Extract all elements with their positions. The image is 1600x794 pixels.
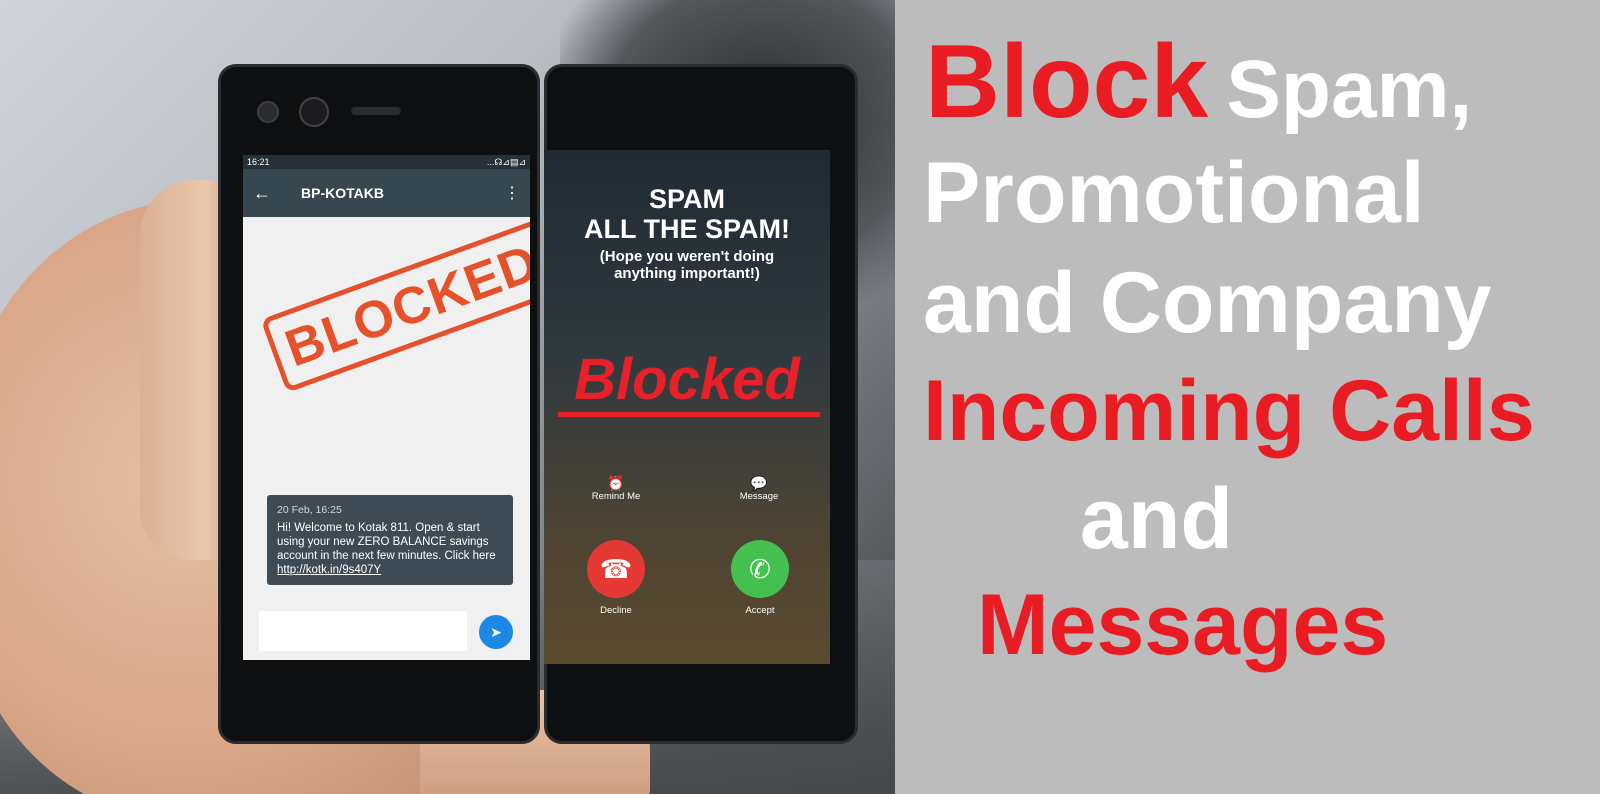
- message-bubble: 20 Feb, 16:25 Hi! Welcome to Kotak 811. …: [267, 495, 513, 585]
- chat-bubble-icon: 💬: [750, 475, 768, 491]
- message-button[interactable]: 💬 Message: [714, 475, 804, 502]
- caller-subtitle-line-2: anything important!): [614, 265, 760, 282]
- decline-label: Decline: [600, 605, 632, 616]
- headline-spam: Spam,: [1226, 44, 1473, 135]
- headline-block: Block: [925, 24, 1209, 140]
- headline-and-company: and Company: [923, 255, 1492, 351]
- hang-up-icon: ☎: [599, 553, 633, 584]
- message-link[interactable]: http://kotk.in/9s407Y: [277, 564, 381, 576]
- caller-title: SPAM ALL THE SPAM!: [544, 184, 830, 244]
- headline-promotional: Promotional: [923, 145, 1425, 241]
- headline-panel: Block Spam, Promotional and Company Incom…: [895, 0, 1600, 794]
- back-arrow-icon[interactable]: ←: [253, 183, 281, 204]
- more-options-icon[interactable]: ⋮: [504, 183, 520, 203]
- contact-name: BP-KOTAKB: [301, 185, 384, 201]
- status-icons: ...☊⊿▤⊿: [486, 157, 526, 167]
- accept-label: Accept: [745, 605, 775, 616]
- headline-incoming-calls: Incoming Calls: [923, 363, 1535, 459]
- headline-messages: Messages: [977, 577, 1389, 673]
- messages-screen: 16:21 ...☊⊿▤⊿ ← BP-KOTAKB ⋮ BLOCKED 20 F…: [243, 155, 530, 660]
- phone-left-half: 16:21 ...☊⊿▤⊿ ← BP-KOTAKB ⋮ BLOCKED 20 F…: [218, 64, 540, 744]
- accept-button[interactable]: ✆: [731, 540, 789, 598]
- remind-me-button[interactable]: ⏰ Remind Me: [571, 475, 661, 502]
- blocked-stamp: BLOCKED: [260, 219, 530, 393]
- blocked-label: Blocked: [574, 347, 800, 412]
- phone-icon: ✆: [749, 553, 771, 584]
- decline-button[interactable]: ☎: [587, 540, 645, 598]
- headline-line-1: Block Spam,: [925, 30, 1472, 134]
- status-bar: 16:21 ...☊⊿▤⊿: [243, 155, 530, 169]
- headline-and: and: [1080, 471, 1233, 567]
- alarm-clock-icon: ⏰: [607, 475, 625, 491]
- blocked-underline: [558, 412, 820, 417]
- caller-title-line-2: ALL THE SPAM!: [584, 214, 790, 244]
- earpiece-speaker: [351, 107, 401, 115]
- message-time: 20 Feb, 16:25: [277, 504, 342, 516]
- message-text: Hi! Welcome to Kotak 811. Open & start u…: [277, 522, 496, 562]
- phone-photo: 16:21 ...☊⊿▤⊿ ← BP-KOTAKB ⋮ BLOCKED 20 F…: [0, 0, 895, 794]
- caller-title-line-1: SPAM: [648, 184, 725, 214]
- caller-subtitle: (Hope you weren't doing anything importa…: [544, 248, 830, 282]
- message-label: Message: [739, 491, 779, 502]
- remind-me-label: Remind Me: [591, 491, 641, 502]
- message-input[interactable]: [259, 611, 467, 651]
- send-icon[interactable]: ➤: [479, 615, 513, 649]
- dual-screen-phone: 16:21 ...☊⊿▤⊿ ← BP-KOTAKB ⋮ BLOCKED 20 F…: [218, 64, 858, 744]
- caller-subtitle-line-1: (Hope you weren't doing: [599, 248, 775, 265]
- conversation-appbar: ← BP-KOTAKB ⋮: [243, 169, 530, 217]
- incoming-call-screen: SPAM ALL THE SPAM! (Hope you weren't doi…: [544, 150, 830, 664]
- front-sensor-icon: [257, 101, 279, 123]
- status-time: 16:21: [247, 157, 270, 167]
- front-camera-icon: [299, 97, 329, 127]
